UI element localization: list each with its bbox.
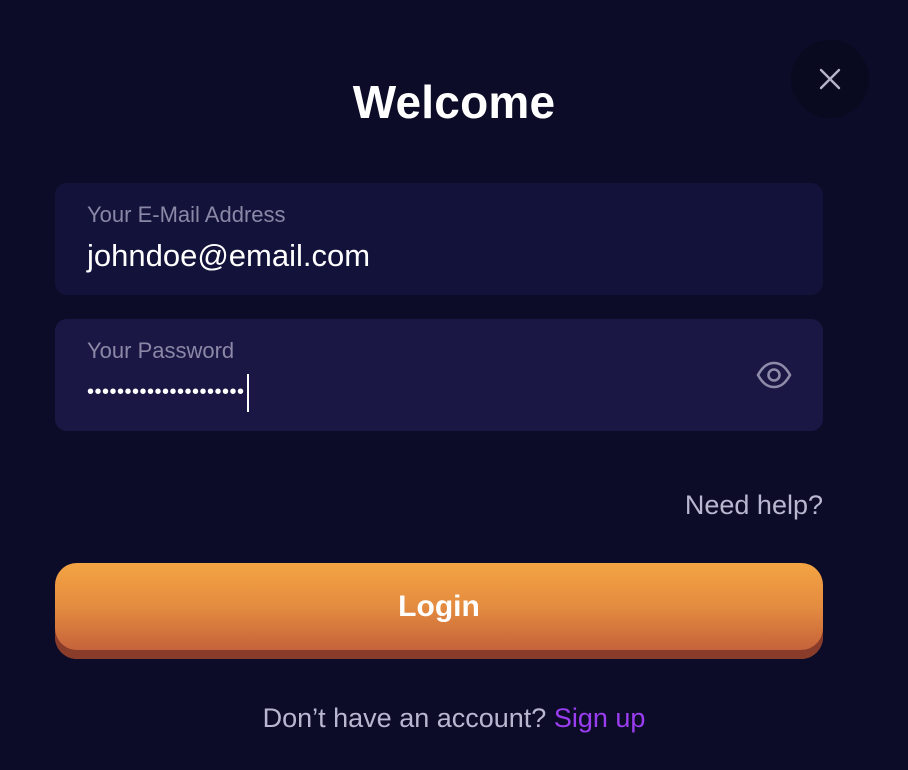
- text-caret: [246, 373, 249, 412]
- eye-icon: [756, 361, 792, 389]
- password-input[interactable]: •••••••••••••••••••••: [87, 373, 249, 412]
- password-field[interactable]: Your Password •••••••••••••••••••••: [55, 319, 823, 431]
- show-password-button[interactable]: [755, 357, 793, 393]
- need-help-link[interactable]: Need help?: [685, 488, 823, 522]
- signup-prompt: Don’t have an account?: [262, 703, 554, 733]
- email-field[interactable]: Your E-Mail Address johndoe@email.com: [55, 183, 823, 295]
- signup-link[interactable]: Sign up: [554, 703, 646, 733]
- login-modal: Welcome Your E-Mail Address johndoe@emai…: [0, 0, 908, 770]
- password-field-label: Your Password: [87, 338, 235, 363]
- email-field-label: Your E-Mail Address: [87, 202, 286, 227]
- login-button[interactable]: Login: [55, 563, 823, 659]
- page-title: Welcome: [352, 76, 556, 128]
- signup-row: Don’t have an account? Sign up: [0, 700, 908, 736]
- email-input[interactable]: johndoe@email.com: [87, 237, 370, 275]
- password-masked-value: •••••••••••••••••••••: [87, 381, 245, 403]
